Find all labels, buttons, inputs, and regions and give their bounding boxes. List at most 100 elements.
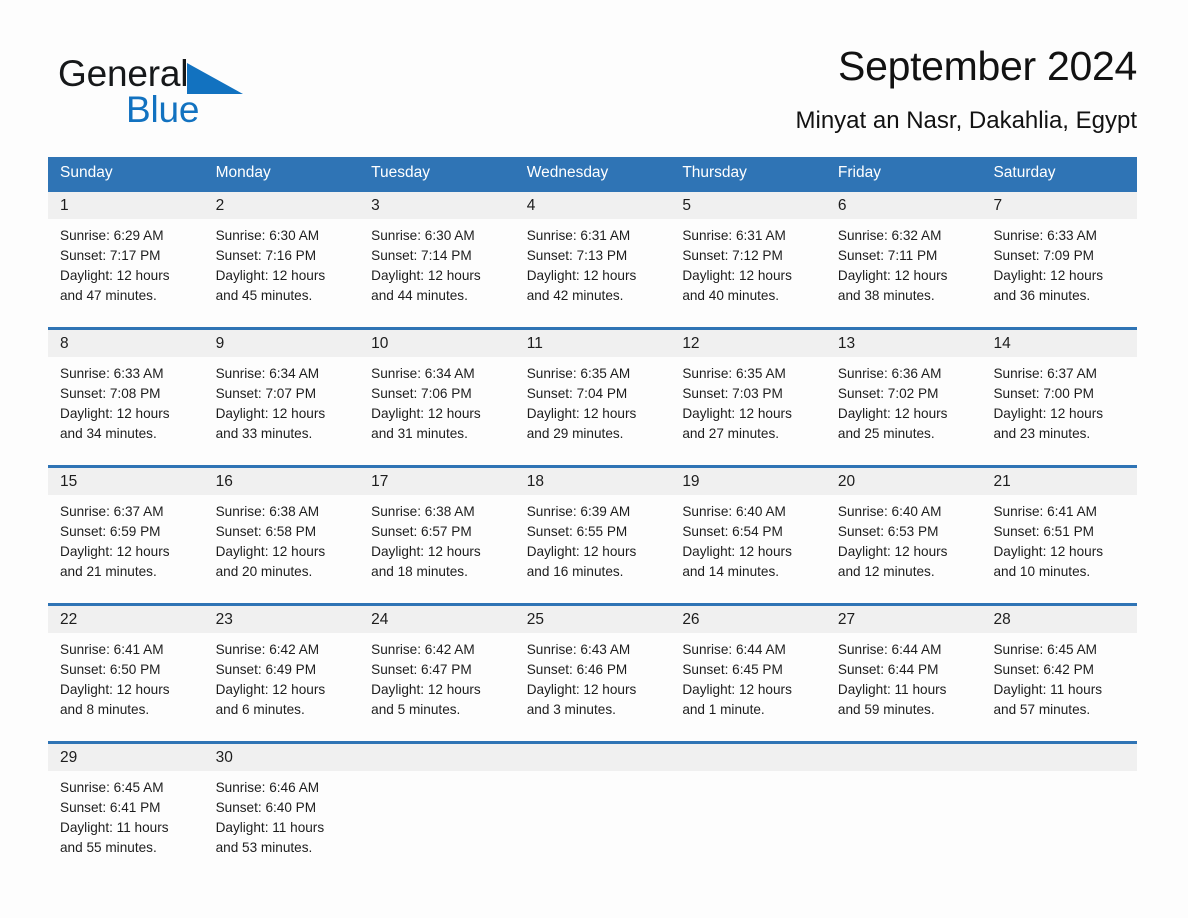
sunset-text: Sunset: 6:47 PM (371, 662, 472, 677)
daylight-text-line2: and 53 minutes. (215, 840, 313, 855)
day-cell[interactable]: Sunrise: 6:41 AM Sunset: 6:50 PM Dayligh… (48, 633, 204, 731)
day-cell[interactable]: Sunrise: 6:31 AM Sunset: 7:12 PM Dayligh… (670, 219, 826, 317)
day-cell[interactable]: Sunrise: 6:34 AM Sunset: 7:06 PM Dayligh… (359, 357, 515, 455)
day-number[interactable]: 27 (826, 606, 982, 633)
week-daynumber-band: 1 2 3 4 5 6 7 (48, 192, 1137, 219)
day-cell[interactable]: Sunrise: 6:33 AM Sunset: 7:08 PM Dayligh… (48, 357, 204, 455)
day-number[interactable]: 28 (981, 606, 1137, 633)
day-cell[interactable]: Sunrise: 6:32 AM Sunset: 7:11 PM Dayligh… (826, 219, 982, 317)
sunrise-text: Sunrise: 6:42 AM (371, 642, 475, 657)
sunrise-text: Sunrise: 6:41 AM (993, 504, 1097, 519)
day-cell[interactable]: Sunrise: 6:39 AM Sunset: 6:55 PM Dayligh… (515, 495, 671, 593)
day-number[interactable]: 7 (981, 192, 1137, 219)
day-cell[interactable]: Sunrise: 6:46 AM Sunset: 6:40 PM Dayligh… (204, 771, 360, 869)
daylight-text-line2: and 59 minutes. (837, 702, 935, 717)
sunrise-text: Sunrise: 6:43 AM (526, 642, 631, 657)
day-cell[interactable]: Sunrise: 6:38 AM Sunset: 6:57 PM Dayligh… (359, 495, 515, 593)
day-number[interactable]: 19 (670, 468, 826, 495)
sunset-text: Sunset: 7:00 PM (993, 386, 1094, 401)
day-cell[interactable]: Sunrise: 6:42 AM Sunset: 6:49 PM Dayligh… (204, 633, 360, 731)
day-number[interactable]: 20 (826, 468, 982, 495)
daylight-text-line2: and 27 minutes. (682, 426, 780, 441)
sunrise-text: Sunrise: 6:35 AM (682, 366, 786, 381)
day-number[interactable]: 6 (826, 192, 982, 219)
sunrise-text: Sunrise: 6:33 AM (993, 228, 1097, 243)
day-cell[interactable]: Sunrise: 6:40 AM Sunset: 6:54 PM Dayligh… (670, 495, 826, 593)
week-detail-band: Sunrise: 6:45 AM Sunset: 6:41 PM Dayligh… (48, 771, 1137, 869)
week-detail-band: Sunrise: 6:41 AM Sunset: 6:50 PM Dayligh… (48, 633, 1137, 731)
day-number[interactable]: 9 (204, 330, 360, 357)
day-number[interactable]: 14 (981, 330, 1137, 357)
day-number[interactable]: 2 (204, 192, 360, 219)
sunset-text: Sunset: 6:55 PM (526, 524, 628, 539)
day-cell[interactable]: Sunrise: 6:45 AM Sunset: 6:41 PM Dayligh… (48, 771, 204, 869)
sunset-text: Sunset: 7:11 PM (837, 248, 938, 263)
daylight-text-line2: and 6 minutes. (215, 702, 305, 717)
day-cell[interactable]: Sunrise: 6:36 AM Sunset: 7:02 PM Dayligh… (826, 357, 982, 455)
day-cell[interactable]: Sunrise: 6:37 AM Sunset: 7:00 PM Dayligh… (981, 357, 1137, 455)
page-masthead: General Blue September 2024 Minyat an Na… (48, 40, 1137, 146)
sunrise-text: Sunrise: 6:34 AM (371, 366, 475, 381)
day-cell[interactable]: Sunrise: 6:44 AM Sunset: 6:45 PM Dayligh… (670, 633, 826, 731)
day-cell[interactable]: Sunrise: 6:41 AM Sunset: 6:51 PM Dayligh… (981, 495, 1137, 593)
daylight-text-line2: and 25 minutes. (837, 426, 935, 441)
day-cell-empty (981, 771, 1137, 869)
day-cell[interactable]: Sunrise: 6:37 AM Sunset: 6:59 PM Dayligh… (48, 495, 204, 593)
day-cell[interactable]: Sunrise: 6:34 AM Sunset: 7:07 PM Dayligh… (204, 357, 360, 455)
sunrise-text: Sunrise: 6:38 AM (215, 504, 320, 519)
day-cell[interactable]: Sunrise: 6:35 AM Sunset: 7:04 PM Dayligh… (515, 357, 671, 455)
day-number[interactable]: 13 (826, 330, 982, 357)
sunrise-text: Sunrise: 6:39 AM (526, 504, 631, 519)
daylight-text-line1: Daylight: 12 hours (215, 268, 326, 283)
day-number[interactable]: 5 (670, 192, 826, 219)
day-cell[interactable]: Sunrise: 6:43 AM Sunset: 6:46 PM Dayligh… (515, 633, 671, 731)
day-cell[interactable]: Sunrise: 6:38 AM Sunset: 6:58 PM Dayligh… (204, 495, 360, 593)
day-number[interactable]: 18 (515, 468, 671, 495)
day-number[interactable]: 17 (359, 468, 515, 495)
day-number[interactable]: 11 (515, 330, 671, 357)
calendar-week-row: 29 30 Sunrise: 6:45 AM Sunset: 6:41 PM D… (48, 741, 1137, 869)
day-number[interactable]: 4 (515, 192, 671, 219)
day-cell[interactable]: Sunrise: 6:42 AM Sunset: 6:47 PM Dayligh… (359, 633, 515, 731)
sunrise-text: Sunrise: 6:44 AM (837, 642, 942, 657)
day-cell[interactable]: Sunrise: 6:44 AM Sunset: 6:44 PM Dayligh… (826, 633, 982, 731)
day-cell[interactable]: Sunrise: 6:30 AM Sunset: 7:14 PM Dayligh… (359, 219, 515, 317)
daylight-text-line1: Daylight: 12 hours (993, 544, 1104, 559)
sunrise-text: Sunrise: 6:34 AM (215, 366, 320, 381)
day-number[interactable]: 25 (515, 606, 671, 633)
day-number[interactable]: 29 (48, 744, 204, 771)
day-number[interactable]: 30 (204, 744, 360, 771)
day-number[interactable]: 12 (670, 330, 826, 357)
day-cell[interactable]: Sunrise: 6:35 AM Sunset: 7:03 PM Dayligh… (670, 357, 826, 455)
day-cell[interactable]: Sunrise: 6:29 AM Sunset: 7:17 PM Dayligh… (48, 219, 204, 317)
daylight-text-line2: and 57 minutes. (993, 702, 1091, 717)
day-cell[interactable]: Sunrise: 6:31 AM Sunset: 7:13 PM Dayligh… (515, 219, 671, 317)
daylight-text-line1: Daylight: 12 hours (371, 406, 481, 421)
day-number[interactable]: 8 (48, 330, 204, 357)
day-cell[interactable]: Sunrise: 6:33 AM Sunset: 7:09 PM Dayligh… (981, 219, 1137, 317)
sunset-text: Sunset: 7:09 PM (993, 248, 1094, 263)
day-number[interactable]: 15 (48, 468, 204, 495)
day-number[interactable]: 26 (670, 606, 826, 633)
daylight-text-line1: Daylight: 12 hours (215, 682, 326, 697)
sunrise-text: Sunrise: 6:40 AM (837, 504, 942, 519)
day-number[interactable]: 24 (359, 606, 515, 633)
day-number[interactable]: 1 (48, 192, 204, 219)
day-number[interactable]: 22 (48, 606, 204, 633)
day-number[interactable]: 16 (204, 468, 360, 495)
daylight-text-line2: and 36 minutes. (993, 288, 1091, 303)
daylight-text-line2: and 20 minutes. (215, 564, 313, 579)
day-number[interactable]: 21 (981, 468, 1137, 495)
day-cell[interactable]: Sunrise: 6:30 AM Sunset: 7:16 PM Dayligh… (204, 219, 360, 317)
day-number[interactable]: 23 (204, 606, 360, 633)
sunrise-text: Sunrise: 6:29 AM (60, 228, 164, 243)
day-number[interactable]: 10 (359, 330, 515, 357)
sunset-text: Sunset: 7:17 PM (60, 248, 161, 263)
title-block: September 2024 Minyat an Nasr, Dakahlia,… (796, 40, 1138, 136)
weekday-header-row: Sunday Monday Tuesday Wednesday Thursday… (48, 157, 1137, 189)
day-number-empty (826, 744, 982, 771)
daylight-text-line2: and 10 minutes. (993, 564, 1091, 579)
day-number[interactable]: 3 (359, 192, 515, 219)
day-cell[interactable]: Sunrise: 6:40 AM Sunset: 6:53 PM Dayligh… (826, 495, 982, 593)
day-cell[interactable]: Sunrise: 6:45 AM Sunset: 6:42 PM Dayligh… (981, 633, 1137, 731)
